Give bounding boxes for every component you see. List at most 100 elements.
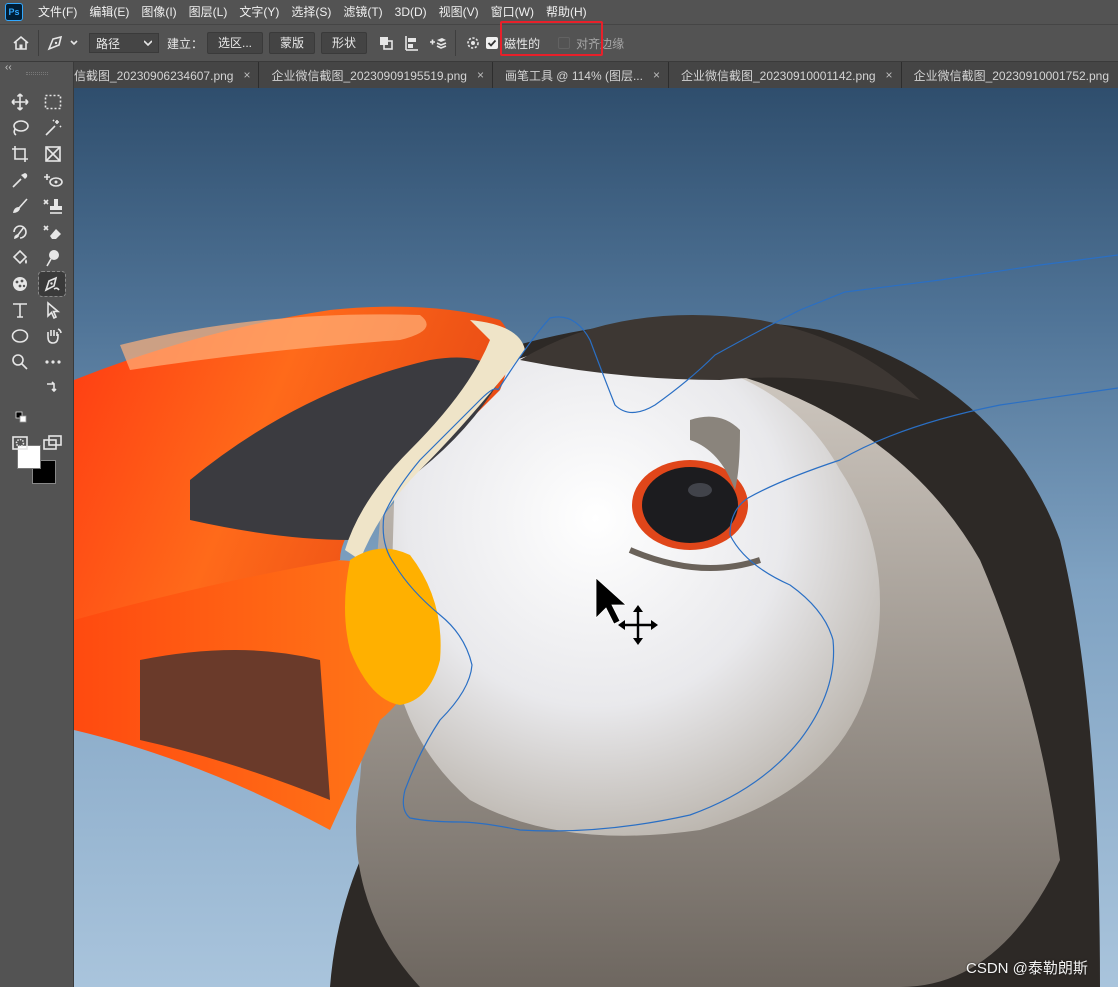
menu-edit[interactable]: 编辑(E): [83, 0, 135, 24]
path-alignment-icon[interactable]: [399, 30, 425, 56]
pen-icon: [47, 35, 78, 51]
zoom-icon: [12, 354, 28, 370]
screen-mode-button[interactable]: [40, 431, 66, 455]
crop-tool[interactable]: [7, 142, 33, 166]
menu-view[interactable]: 视图(V): [433, 0, 485, 24]
close-icon[interactable]: ×: [886, 68, 893, 82]
collapse-panel-icon[interactable]: ‹‹: [5, 62, 12, 73]
type-icon: [13, 303, 27, 318]
blur-tool[interactable]: [7, 272, 33, 296]
quick-mask-button[interactable]: [7, 431, 33, 455]
ellipse-icon: [11, 329, 29, 343]
options-separator: [455, 30, 457, 56]
chevron-down-icon: [144, 40, 152, 46]
home-icon[interactable]: [8, 30, 34, 56]
menu-help[interactable]: 帮助(H): [540, 0, 593, 24]
document-tab[interactable]: 企业微信截图_20230909195519.png ×: [259, 62, 493, 88]
marquee-tool[interactable]: [40, 90, 66, 114]
eraser-icon: [43, 225, 61, 239]
move-tool[interactable]: [7, 90, 33, 114]
zoom-tool[interactable]: [7, 350, 33, 374]
menu-image[interactable]: 图像(I): [135, 0, 182, 24]
align-edges-option[interactable]: 对齐边缘: [558, 35, 624, 52]
default-colors-icon[interactable]: [14, 410, 28, 424]
magnetic-checkbox[interactable]: [486, 37, 499, 49]
menu-window[interactable]: 窗口(W): [485, 0, 540, 24]
move-icon: [11, 93, 29, 111]
menu-filter[interactable]: 滤镜(T): [337, 0, 388, 24]
stamp-icon: [43, 199, 62, 214]
shape-tool[interactable]: [7, 324, 33, 348]
document-tab-bar: 信截图_20230906234607.png × 企业微信截图_20230909…: [74, 62, 1118, 88]
brush-icon: [13, 198, 28, 213]
magic-wand-tool[interactable]: [40, 116, 66, 140]
options-separator: [38, 30, 39, 56]
magnetic-option[interactable]: 磁性的: [486, 35, 540, 52]
path-selection-tool[interactable]: [40, 298, 66, 322]
brush-tool[interactable]: [7, 194, 33, 218]
path-arrangement-icon[interactable]: [425, 30, 451, 56]
history-brush-tool[interactable]: [7, 220, 33, 244]
document-tab-label: 企业微信截图_20230910001752.png: [913, 68, 1110, 83]
mode-dropdown[interactable]: 路径: [89, 33, 159, 53]
frame-icon: [45, 146, 61, 162]
puffin-photo: [74, 254, 1118, 987]
pen-tool[interactable]: [38, 271, 66, 297]
document-tab[interactable]: 企业微信截图_20230910001752.png ×: [901, 62, 1118, 88]
rotate-view-icon: [47, 328, 62, 344]
magnetic-label: 磁性的: [504, 36, 541, 51]
spot-healing-tool[interactable]: [40, 168, 66, 192]
close-icon[interactable]: ×: [243, 68, 250, 82]
menu-type[interactable]: 文字(Y): [233, 0, 285, 24]
swap-colors-icon[interactable]: [44, 380, 58, 394]
more-icon: [45, 360, 61, 364]
menu-file[interactable]: 文件(F): [32, 0, 83, 24]
align-edges-checkbox[interactable]: [558, 37, 571, 49]
menu-layer[interactable]: 图层(L): [183, 0, 234, 24]
make-mask-button[interactable]: 蒙版: [269, 32, 316, 54]
freeform-pen-icon: [44, 276, 60, 292]
eyedropper-icon: [12, 173, 28, 188]
magic-wand-icon: [45, 119, 62, 136]
edit-toolbar-button[interactable]: [40, 350, 66, 374]
crop-icon: [12, 146, 28, 162]
align-edges-label: 对齐边缘: [576, 36, 625, 51]
menu-bar: Ps 文件(F) 编辑(E) 图像(I) 图层(L) 文字(Y) 选择(S) 滤…: [0, 0, 1118, 24]
make-shape-button[interactable]: 形状: [321, 32, 368, 54]
direct-selection-icon: [47, 301, 61, 319]
rectangle-marquee-icon: [44, 94, 62, 110]
document-tab[interactable]: 企业微信截图_20230910001142.png ×: [668, 62, 902, 88]
lasso-tool[interactable]: [7, 116, 33, 140]
type-tool[interactable]: [7, 298, 33, 322]
panel-grip[interactable]: [26, 72, 48, 75]
tools-panel: ‹‹: [0, 62, 74, 987]
eraser-tool[interactable]: [40, 220, 66, 244]
make-selection-button[interactable]: 选区...: [207, 32, 264, 54]
menu-select[interactable]: 选择(S): [285, 0, 337, 24]
document-tab[interactable]: 信截图_20230906234607.png ×: [74, 62, 260, 88]
path-operations-icon[interactable]: [373, 30, 399, 56]
frame-tool[interactable]: [40, 142, 66, 166]
photoshop-logo-icon: Ps: [5, 3, 23, 21]
screen-mode-icon: [43, 435, 62, 450]
make-label: 建立：: [167, 36, 204, 51]
close-icon[interactable]: ×: [653, 68, 660, 82]
healing-brush-icon: [44, 174, 63, 187]
menu-3d[interactable]: 3D(D): [389, 0, 433, 24]
close-icon[interactable]: ×: [477, 68, 484, 82]
dodge-tool[interactable]: [40, 246, 66, 270]
document-tab[interactable]: 画笔工具 @ 114% (图层... ×: [492, 62, 669, 88]
mode-value: 路径: [96, 36, 121, 51]
eyedropper-tool[interactable]: [7, 168, 33, 192]
document-tab-label: 信截图_20230906234607.png: [74, 68, 234, 83]
document-canvas[interactable]: [74, 88, 1118, 987]
hand-tool[interactable]: [40, 324, 66, 348]
gear-icon[interactable]: [460, 30, 486, 56]
lasso-icon: [13, 120, 29, 136]
pen-tool-preset-picker[interactable]: [43, 30, 83, 56]
quick-mask-icon: [12, 436, 28, 450]
paint-bucket-tool[interactable]: [7, 246, 33, 270]
csdn-watermark: CSDN @泰勒朗斯: [966, 960, 1088, 977]
document-tab-label: 企业微信截图_20230909195519.png: [271, 68, 467, 83]
clone-stamp-tool[interactable]: [40, 194, 66, 218]
